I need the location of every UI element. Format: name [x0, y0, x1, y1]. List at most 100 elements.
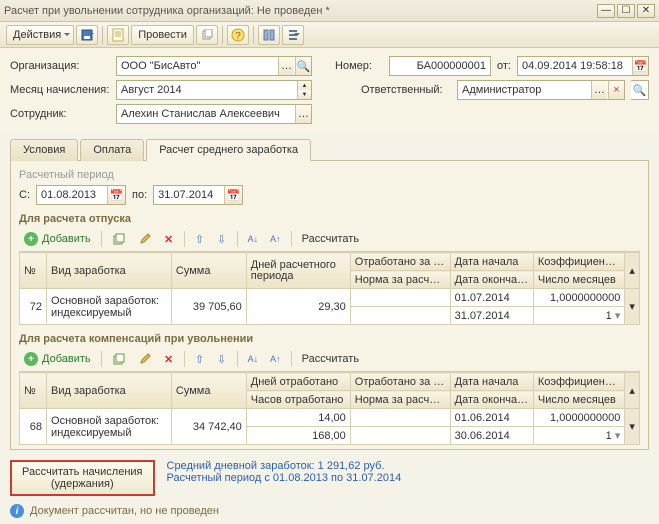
svg-text:?: ? [235, 31, 241, 42]
delete-row-button[interactable]: ✕ [159, 229, 179, 249]
sort-asc-button[interactable]: A↓ [243, 229, 264, 249]
col-dend[interactable]: Дата окончания [450, 271, 533, 289]
scroll-up[interactable]: ▴ [625, 253, 640, 289]
sort-desc-button[interactable]: A↑ [265, 349, 286, 369]
move-up-button[interactable]: ⇧ [190, 349, 210, 369]
responsible-input[interactable]: Администратор … × [457, 80, 625, 100]
number-input[interactable]: БА000000001 [389, 56, 491, 76]
scroll-down[interactable]: ▾ [625, 409, 640, 445]
period-from-input[interactable]: 01.08.2013📅 [36, 185, 126, 205]
calendar-icon[interactable]: 📅 [107, 186, 125, 204]
table-header-row: № Вид заработка Сумма Дней расчетного пе… [20, 253, 640, 271]
move-up-button[interactable]: ⇧ [190, 229, 210, 249]
misc-button-2[interactable] [282, 25, 304, 45]
summary-text: Средний дневной заработок: 1 291,62 руб.… [167, 460, 402, 484]
col-days[interactable]: Дней отработано [246, 373, 350, 391]
tabs: Условия Оплата Расчет среднего заработка [10, 138, 649, 161]
calculate-button[interactable]: Рассчитать [297, 349, 364, 369]
sort-desc-button[interactable]: A↑ [265, 229, 286, 249]
provesti-button[interactable]: Провести [131, 25, 194, 45]
titlebar: Расчет при увольнении сотрудника организ… [0, 0, 659, 22]
tab-average[interactable]: Расчет среднего заработка [146, 139, 311, 161]
search-button[interactable]: 🔍 [631, 80, 649, 100]
col-norm[interactable]: Норма за расчетн.. [350, 391, 450, 409]
col-otr[interactable]: Отработано за ра.. [350, 253, 450, 271]
calculate-accruals-button[interactable]: Рассчитать начисления (удержания) [10, 460, 155, 496]
add-button[interactable]: +Добавить [19, 229, 96, 249]
vacation-toolbar: +Добавить ✕ ⇧ ⇩ A↓ A↑ Рассчитать [19, 227, 640, 252]
info-icon: i [10, 504, 24, 518]
col-norm[interactable]: Норма за расчетн.. [350, 271, 450, 289]
add-button[interactable]: +Добавить [19, 349, 96, 369]
tab-conditions[interactable]: Условия [10, 139, 78, 161]
period-title: Расчетный период [19, 169, 640, 181]
scroll-down[interactable]: ▾ [625, 289, 640, 325]
dots-icon[interactable]: … [295, 105, 311, 123]
minimize-button[interactable]: — [597, 4, 615, 18]
col-days[interactable]: Дней расчетного периода [246, 253, 350, 289]
copy-row-button[interactable] [107, 349, 131, 369]
col-coef[interactable]: Коэффициент и.. [533, 373, 625, 391]
bottom-row: Рассчитать начисления (удержания) Средни… [0, 456, 659, 500]
vacation-grid: № Вид заработка Сумма Дней расчетного пе… [19, 252, 640, 325]
move-down-button[interactable]: ⇩ [212, 229, 232, 249]
calculate-button[interactable]: Рассчитать [297, 229, 364, 249]
employee-input[interactable]: Алехин Станислав Алексеевич … [116, 104, 312, 124]
period-row: С: 01.08.2013📅 по: 31.07.2014📅 [19, 185, 640, 205]
maximize-button[interactable]: ☐ [617, 4, 635, 18]
dots-icon[interactable]: … [591, 81, 607, 99]
col-kind[interactable]: Вид заработка [47, 253, 172, 289]
scroll-up[interactable]: ▴ [625, 373, 640, 409]
save-dropdown-button[interactable] [76, 25, 98, 45]
col-n[interactable]: № [20, 253, 47, 289]
clear-icon[interactable]: × [608, 81, 624, 99]
calendar-icon[interactable]: 📅 [224, 186, 242, 204]
table-row[interactable]: 72 Основной заработок: индексируемый 39 … [20, 289, 640, 307]
col-coef[interactable]: Коэффициент и.. [533, 253, 625, 271]
org-input[interactable]: ООО "БисАвто" … 🔍 [116, 56, 312, 76]
actions-menu[interactable]: Действия [6, 25, 74, 45]
copy-button[interactable] [196, 25, 218, 45]
month-label: Месяц начисления: [10, 84, 110, 96]
col-months[interactable]: Число месяцев [533, 391, 625, 409]
plus-icon: + [24, 232, 38, 246]
comp-toolbar: +Добавить ✕ ⇧ ⇩ A↓ A↑ Рассчитать [19, 347, 640, 372]
form-header: Организация: ООО "БисАвто" … 🔍 Номер: БА… [0, 48, 659, 132]
month-input[interactable]: Август 2014 ▲▼ [116, 80, 312, 100]
period-to-input[interactable]: 31.07.2014📅 [153, 185, 243, 205]
col-dend[interactable]: Дата окончания [450, 391, 533, 409]
table-row[interactable]: 68 Основной заработок: индексируемый 34 … [20, 409, 640, 427]
delete-row-button[interactable]: ✕ [159, 349, 179, 369]
help-button[interactable]: ? [227, 25, 249, 45]
tab-panel: Расчетный период С: 01.08.2013📅 по: 31.0… [10, 161, 649, 450]
table-header-row: № Вид заработка Сумма Дней отработано От… [20, 373, 640, 391]
document-icon-button[interactable] [107, 25, 129, 45]
section-comp-title: Для расчета компенсаций при увольнении [19, 333, 640, 345]
move-down-button[interactable]: ⇩ [212, 349, 232, 369]
col-sum[interactable]: Сумма [171, 373, 246, 409]
calendar-icon[interactable]: 📅 [632, 57, 648, 75]
edit-row-button[interactable] [133, 229, 157, 249]
copy-row-button[interactable] [107, 229, 131, 249]
status-bar: i Документ рассчитан, но не проведен [0, 500, 659, 524]
date-input[interactable]: 04.09.2014 19:58:18 📅 [517, 56, 649, 76]
col-dstart[interactable]: Дата начала [450, 373, 533, 391]
col-hours[interactable]: Часов отработано [246, 391, 350, 409]
search-icon[interactable]: 🔍 [295, 57, 311, 75]
col-n[interactable]: № [20, 373, 47, 409]
col-sum[interactable]: Сумма [171, 253, 246, 289]
col-dstart[interactable]: Дата начала [450, 253, 533, 271]
month-spinner[interactable]: ▲▼ [297, 81, 311, 99]
comp-grid: № Вид заработка Сумма Дней отработано От… [19, 372, 640, 445]
col-kind[interactable]: Вид заработка [47, 373, 172, 409]
emp-label: Сотрудник: [10, 108, 110, 120]
edit-row-button[interactable] [133, 349, 157, 369]
dots-icon[interactable]: … [278, 57, 294, 75]
col-months[interactable]: Число месяцев [533, 271, 625, 289]
from-label: от: [497, 60, 511, 72]
close-button[interactable]: ✕ [637, 4, 655, 18]
col-otr[interactable]: Отработано за ра.. [350, 373, 450, 391]
misc-button-1[interactable] [258, 25, 280, 45]
sort-asc-button[interactable]: A↓ [243, 349, 264, 369]
tab-payment[interactable]: Оплата [80, 139, 144, 161]
